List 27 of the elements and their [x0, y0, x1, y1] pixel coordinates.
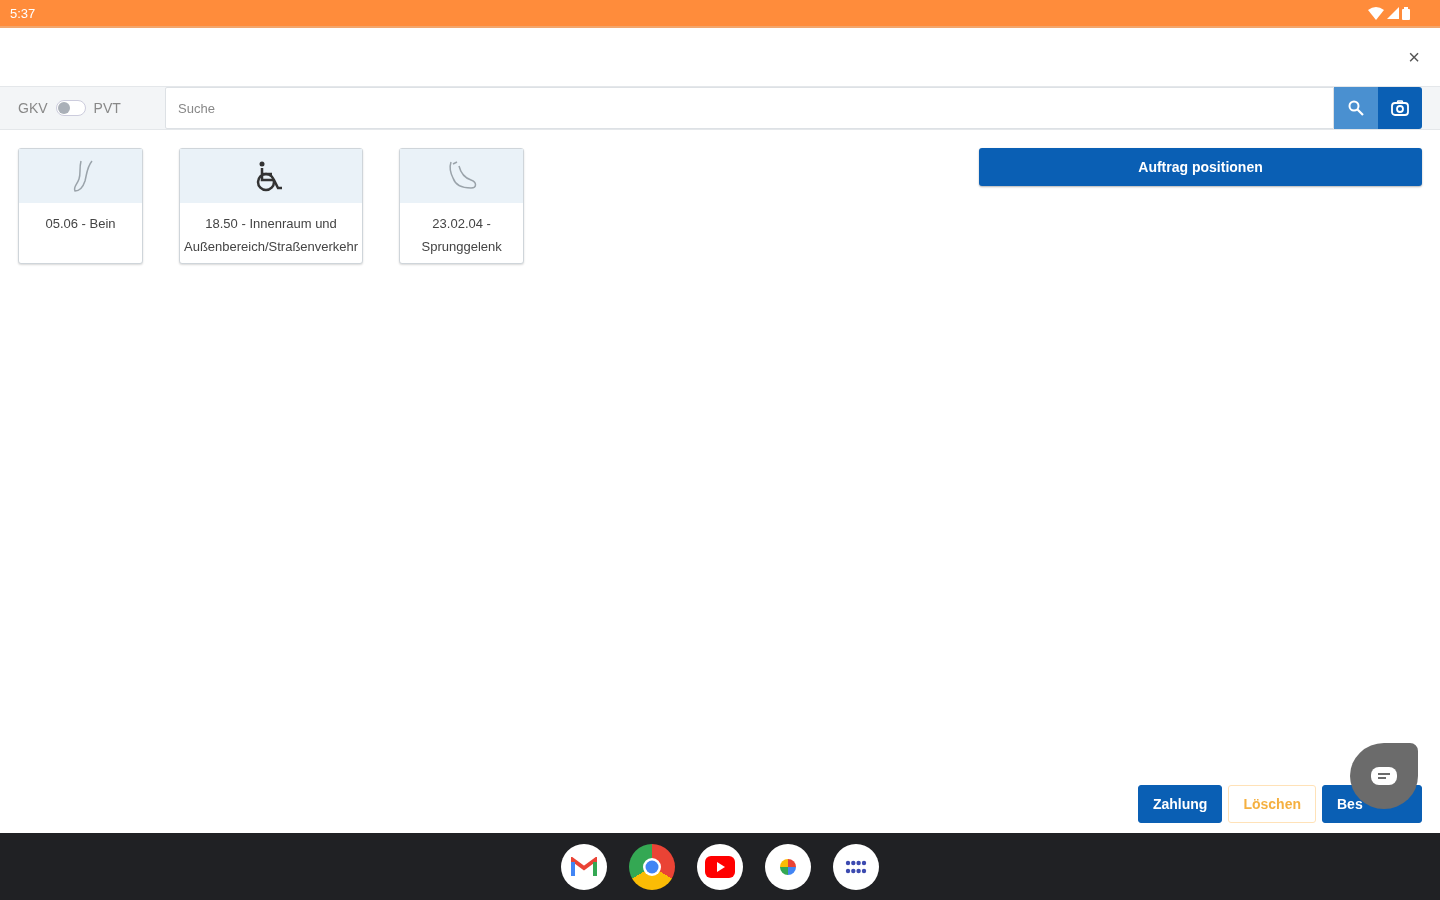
camera-button[interactable] — [1378, 87, 1422, 129]
apps-grid-icon[interactable] — [833, 843, 879, 890]
battery-icon — [1402, 6, 1410, 20]
category-label: 05.06 - Bein — [44, 215, 117, 233]
insurance-toggle[interactable] — [55, 100, 86, 116]
order-position-button[interactable]: Auftrag positionen — [979, 148, 1422, 186]
search-button[interactable] — [1334, 87, 1378, 129]
toggle-label: GKV — [18, 100, 48, 116]
category-label: 23.02.04 - Sprunggelenk — [420, 215, 503, 256]
signal-icon — [1387, 7, 1399, 19]
close-button[interactable]: × — [1404, 45, 1424, 69]
wifi-icon — [1368, 6, 1384, 20]
pinwheel-app-icon[interactable] — [765, 843, 811, 890]
play-app-icon[interactable] — [697, 843, 743, 890]
category-label: 18.50 - Innenraum und Außenbereich/Straßenverkehr — [183, 215, 360, 256]
category-card[interactable]: 23.02.04 - Sprunggelenk — [399, 148, 525, 264]
mail-app-icon[interactable] — [561, 843, 607, 890]
category-card[interactable]: 05.06 - Bein — [18, 148, 143, 264]
camera-icon — [1391, 100, 1409, 116]
toggle-label: PVT — [93, 100, 121, 116]
search-field[interactable]: Suche — [165, 87, 1334, 129]
chat-icon — [1371, 767, 1397, 785]
footer-button[interactable]: Zahlung — [1138, 785, 1223, 823]
browser-app-icon[interactable] — [629, 843, 675, 890]
category-card[interactable]: 18.50 - Innenraum und Außenbereich/Straßenverkehr — [179, 148, 364, 264]
search-icon — [1348, 100, 1364, 116]
clock-time: 5:37 — [10, 5, 36, 21]
